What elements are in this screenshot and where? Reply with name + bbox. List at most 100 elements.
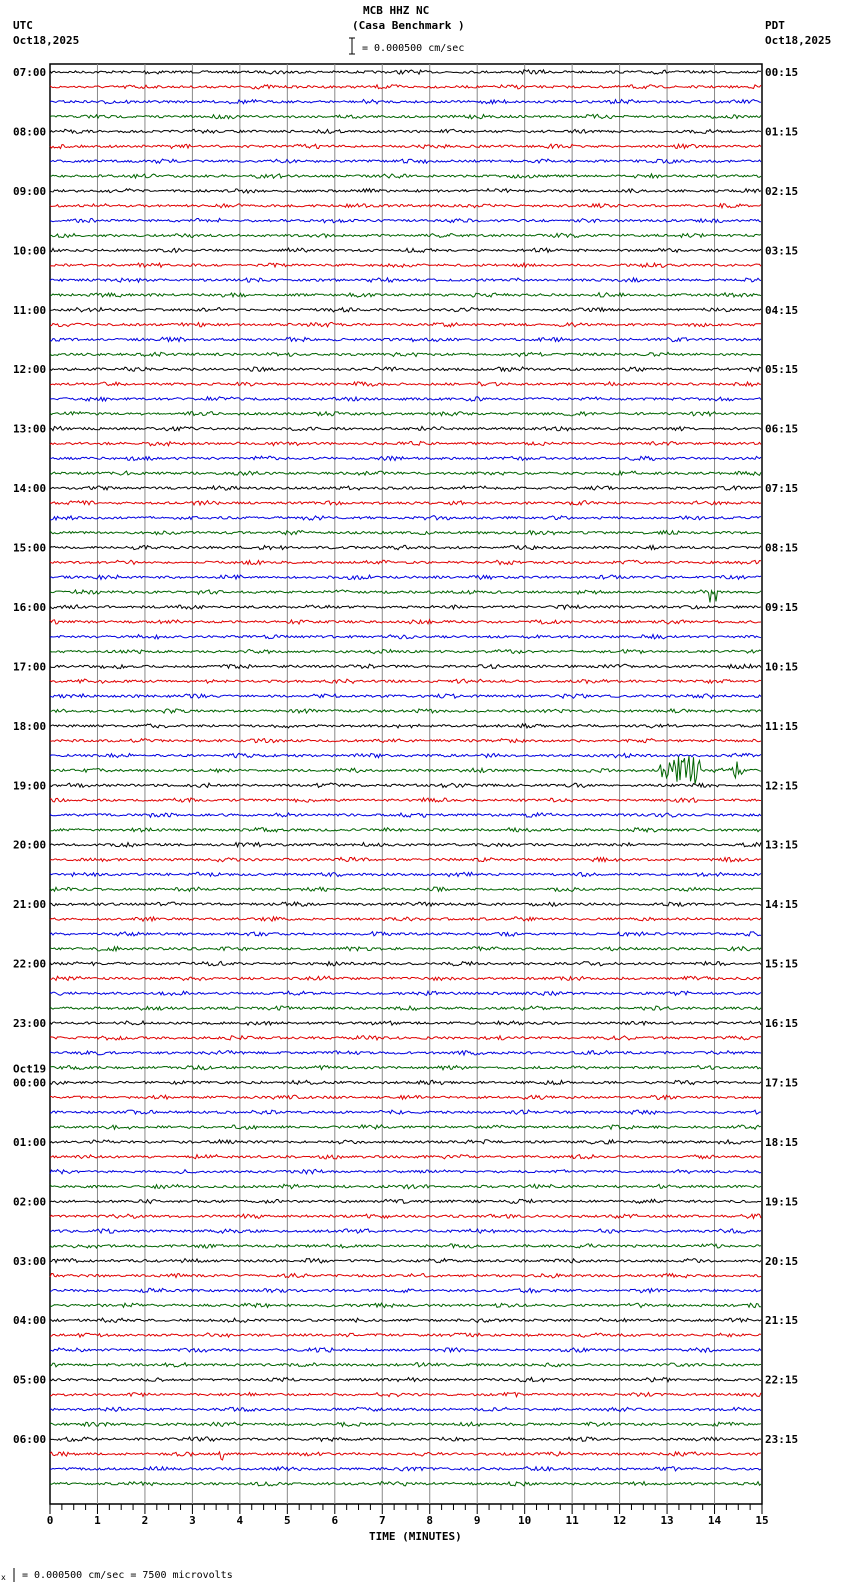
seismic-trace [49,83,762,90]
x-tick-label: 10 [518,1514,531,1527]
pdt-hour-label: 15:15 [765,958,798,971]
seismic-trace [49,484,762,492]
pdt-hour-label: 02:15 [765,185,798,198]
seismic-trace [49,826,762,834]
seismic-trace [50,1093,762,1101]
seismic-trace [49,633,762,640]
pdt-hour-label: 01:15 [765,125,798,138]
seismic-trace [49,930,762,938]
seismic-trace [49,692,762,700]
x-tick-label: 11 [566,1514,580,1527]
seismic-trace [49,1019,762,1027]
seismic-trace [49,1034,761,1042]
seismic-trace [49,142,762,150]
seismic-trace [49,321,762,328]
pdt-hour-label: 23:15 [765,1433,798,1446]
x-tick-label: 15 [755,1514,768,1527]
seismic-trace [49,573,762,581]
utc-hour-label: 14:00 [13,482,46,495]
pdt-hour-label: 08:15 [765,542,798,555]
seismic-trace [49,1465,762,1472]
seismic-trace [49,187,762,195]
seismic-trace [49,856,761,864]
utc-hour-label: 07:00 [13,66,46,79]
utc-hour-label: 01:00 [13,1136,46,1149]
seismic-trace [49,1227,762,1235]
seismic-trace [49,678,762,685]
seismic-trace [49,261,762,269]
seismic-trace [49,1243,762,1250]
seismic-trace [49,811,762,819]
seismic-trace [49,158,762,165]
seismic-trace [49,499,762,507]
seismic-trace [49,68,762,76]
seismic-trace [49,410,762,418]
x-tick-label: 6 [331,1514,338,1527]
seismic-trace [49,529,762,536]
seismic-trace [49,1183,762,1190]
seismic-trace [49,708,762,715]
utc-hour-label: 19:00 [13,779,46,792]
seismic-trace [49,648,762,655]
seismic-trace [49,1287,762,1295]
seismic-trace [49,336,762,343]
seismic-trace [49,960,762,967]
seismic-trace [49,98,762,106]
seismic-trace [49,1213,762,1220]
seismic-trace [49,366,762,373]
seismic-trace [49,1257,762,1264]
utc-hour-label: 11:00 [13,304,46,317]
pdt-hour-label: 12:15 [765,779,798,792]
seismic-trace [49,1406,762,1413]
seismic-trace [49,1332,762,1339]
seismic-trace [49,455,762,462]
seismic-trace [49,291,762,299]
seismic-trace [49,1153,762,1160]
seismic-trace [49,1138,762,1145]
seismic-trace [49,246,762,254]
seismic-trace [49,172,762,180]
utc-hour-label: 08:00 [13,125,46,138]
seismic-trace [49,1004,762,1012]
utc-hour-label: 20:00 [13,839,46,852]
seismic-trace [49,217,762,224]
seismic-trace [49,1049,762,1057]
seismic-trace [49,380,761,388]
utc-hour-label: 04:00 [13,1314,46,1327]
seismic-trace [49,1435,762,1443]
seismic-trace [49,871,762,878]
seismic-trace [49,618,762,626]
pdt-hour-label: 20:15 [765,1255,798,1268]
x-tick-label: 1 [94,1514,101,1527]
utc-hour-label: 21:00 [13,898,46,911]
seismic-trace [49,604,762,611]
utc-hour-label: 18:00 [13,720,46,733]
seismic-trace [49,128,762,135]
utc-hour-label: 16:00 [13,601,46,614]
seismic-trace [49,737,762,744]
seismic-trace [49,1450,762,1461]
seismic-trace [49,1109,761,1116]
seismic-trace [49,915,762,923]
pdt-hour-label: 13:15 [765,839,798,852]
seismic-trace [49,1480,762,1487]
x-tick-label: 4 [237,1514,244,1527]
seismic-trace [49,901,762,908]
seismic-trace [50,1064,762,1072]
seismic-trace [49,886,762,893]
seismic-trace [49,202,762,210]
utc-hour-label: 22:00 [13,958,46,971]
seismic-trace [49,1361,762,1368]
seismic-trace [49,841,762,849]
seismic-trace [49,440,762,447]
pdt-hour-label: 17:15 [765,1076,798,1089]
pdt-hour-label: 04:15 [765,304,798,317]
utc-hour-label: 00:00 [13,1076,46,1089]
seismic-trace [49,1198,762,1205]
pdt-hour-label: 22:15 [765,1374,798,1387]
utc-hour-label: 13:00 [13,423,46,436]
x-tick-label: 2 [142,1514,149,1527]
utc-hour-label: 12:00 [13,363,46,376]
seismic-trace [49,989,762,997]
seismic-trace [49,781,762,789]
